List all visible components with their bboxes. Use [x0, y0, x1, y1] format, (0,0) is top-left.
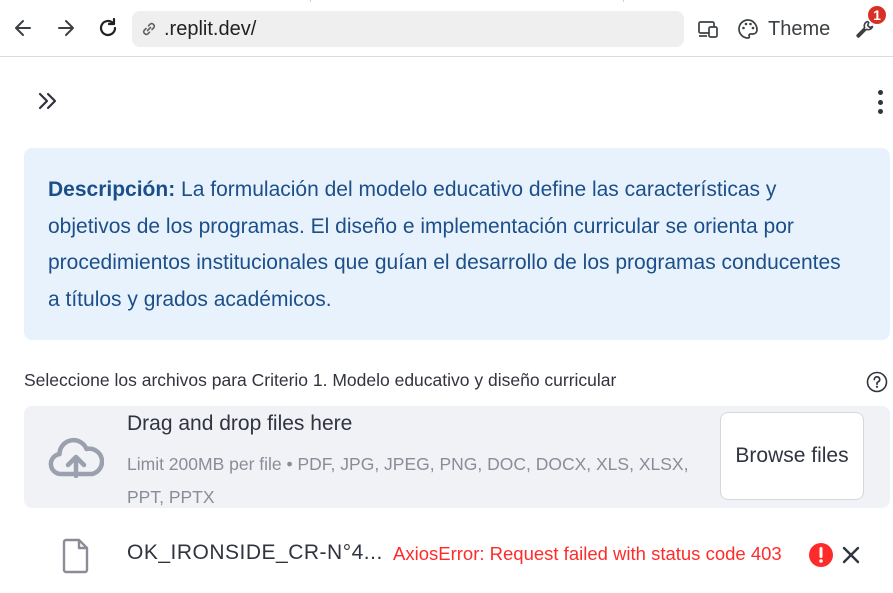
kebab-dot	[877, 90, 883, 95]
address-bar[interactable]: .replit.dev/	[132, 11, 684, 47]
kebab-dot	[877, 99, 883, 105]
cloud-upload-icon	[48, 437, 104, 478]
back-button[interactable]	[8, 13, 38, 43]
file-error-message: AxiosError: Request failed with status c…	[393, 543, 782, 564]
file-name: OK_IRONSIDE_CR-N°4...	[127, 541, 383, 564]
palette-icon	[738, 19, 758, 39]
theme-label: Theme	[768, 17, 831, 40]
file-dropzone[interactable]: Drag and drop files here Limit 200MB per…	[24, 406, 890, 508]
info-label: Descripción:	[48, 178, 176, 201]
file-icon	[62, 538, 89, 574]
dropzone-limit-text: Limit 200MB per file • PDF, JPG, JPEG, P…	[127, 454, 689, 507]
arrow-right-icon	[58, 20, 74, 36]
devices-button[interactable]	[696, 14, 720, 44]
error-circle-icon	[809, 543, 833, 567]
tools-button[interactable]: 1	[854, 6, 886, 44]
devices-icon	[698, 21, 718, 38]
help-tooltip[interactable]	[866, 371, 888, 393]
file-uploader-label: Seleccione los archivos para Criterio 1.…	[24, 370, 617, 390]
main-menu-button[interactable]	[872, 90, 888, 114]
arrow-left-icon	[15, 20, 31, 36]
link-icon	[140, 19, 160, 39]
browser-toolbar: .replit.dev/ Theme 1	[0, 0, 893, 57]
kebab-dot	[877, 109, 883, 114]
reload-button[interactable]	[93, 13, 123, 43]
uploaded-file-row: OK_IRONSIDE_CR-N°4... AxiosError: Reques…	[0, 530, 893, 580]
notification-badge: 1	[868, 6, 886, 24]
tab-strip-edge	[310, 0, 624, 2]
sidebar-expand-button[interactable]	[34, 88, 62, 114]
close-icon	[842, 546, 860, 564]
dropzone-title: Drag and drop files here	[127, 412, 353, 435]
reload-icon	[99, 17, 117, 37]
url-text: .replit.dev/	[164, 17, 257, 40]
theme-button[interactable]: Theme	[736, 14, 830, 44]
double-chevron-right-icon	[38, 92, 57, 110]
info-text: Descripción: La formulación del modelo e…	[48, 172, 850, 318]
forward-button[interactable]	[51, 13, 81, 43]
remove-file-button[interactable]	[838, 542, 864, 568]
question-circle-icon	[866, 371, 888, 393]
browse-files-button[interactable]: Browse files	[720, 412, 864, 500]
info-alert: Descripción: La formulación del modelo e…	[24, 148, 890, 340]
